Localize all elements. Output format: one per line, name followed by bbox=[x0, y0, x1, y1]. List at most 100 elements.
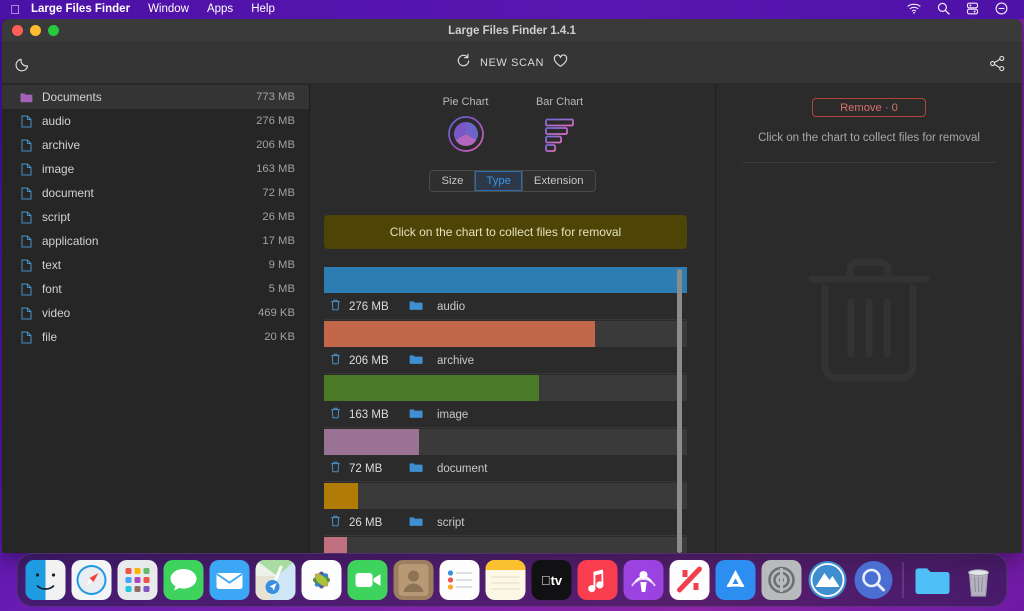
bar-chart-list[interactable]: 276 MB audio 206 MB archive 163 MB image… bbox=[324, 267, 687, 553]
dock-item-appletv[interactable]: tv bbox=[531, 560, 572, 600]
bar-fill[interactable] bbox=[324, 375, 539, 401]
group-mode-segmented-control[interactable]: Size Type Extension bbox=[429, 170, 596, 192]
menu-item-window[interactable]: Window bbox=[139, 0, 198, 19]
group-mode-type[interactable]: Type bbox=[475, 171, 523, 191]
dock-item-notes[interactable] bbox=[485, 560, 526, 600]
folder-icon bbox=[409, 516, 423, 530]
dock-item-finder[interactable] bbox=[25, 560, 66, 600]
chart-type-pie[interactable]: Pie Chart bbox=[431, 96, 501, 158]
sidebar-item-label: font bbox=[42, 282, 62, 296]
sidebar-item-text[interactable]: text 9 MB bbox=[2, 253, 309, 277]
dock-item-appstore[interactable] bbox=[715, 560, 756, 600]
group-mode-size[interactable]: Size bbox=[430, 171, 476, 191]
share-icon[interactable] bbox=[989, 55, 1022, 72]
sidebar-item-label: Documents bbox=[42, 90, 102, 104]
dock-item-spotlight[interactable] bbox=[854, 560, 894, 600]
sidebar-item-image[interactable]: image 163 MB bbox=[2, 157, 309, 181]
chart-type-bar[interactable]: Bar Chart bbox=[525, 96, 595, 158]
heart-icon[interactable] bbox=[553, 53, 568, 73]
folder-icon bbox=[409, 300, 423, 314]
menu-item-help[interactable]: Help bbox=[242, 0, 284, 19]
sidebar-item-application[interactable]: application 17 MB bbox=[2, 229, 309, 253]
chart-type-label: Pie Chart bbox=[442, 96, 489, 108]
folder-icon bbox=[409, 354, 423, 368]
trash-icon[interactable] bbox=[330, 461, 341, 476]
bar-row-script[interactable]: 26 MB script bbox=[324, 483, 687, 536]
bar-track[interactable] bbox=[324, 429, 687, 455]
dock-item-safari[interactable] bbox=[71, 560, 112, 600]
sidebar-item-size: 20 KB bbox=[264, 331, 295, 343]
trash-icon[interactable] bbox=[330, 353, 341, 368]
group-mode-extension[interactable]: Extension bbox=[523, 171, 595, 191]
bar-row-application[interactable]: 17 MB application bbox=[324, 537, 687, 553]
bar-category-label: document bbox=[437, 462, 488, 475]
sidebar-item-video[interactable]: video 469 KB bbox=[2, 301, 309, 325]
dock-item-launchpad[interactable] bbox=[117, 560, 158, 600]
bar-track[interactable] bbox=[324, 321, 687, 347]
dock-item-facetime[interactable] bbox=[347, 560, 388, 600]
sidebar-item-font[interactable]: font 5 MB bbox=[2, 277, 309, 301]
bar-row-archive[interactable]: 206 MB archive bbox=[324, 321, 687, 374]
bar-track[interactable] bbox=[324, 537, 687, 553]
new-scan-button[interactable]: NEW SCAN bbox=[480, 57, 544, 69]
sidebar-item-label: text bbox=[42, 258, 62, 272]
bar-fill[interactable] bbox=[324, 483, 359, 509]
dock-item-maps[interactable] bbox=[255, 560, 296, 600]
close-button[interactable] bbox=[12, 25, 23, 36]
sidebar-item-script[interactable]: script 26 MB bbox=[2, 205, 309, 229]
dock-item-downloads-folder[interactable] bbox=[913, 560, 953, 600]
apple-logo-icon[interactable]:  bbox=[8, 1, 22, 18]
control-center-icon[interactable] bbox=[966, 2, 979, 18]
trash-icon[interactable] bbox=[330, 515, 341, 530]
bar-track[interactable] bbox=[324, 483, 687, 509]
dock-item-messages[interactable] bbox=[163, 560, 204, 600]
dock-item-preview[interactable] bbox=[808, 560, 848, 600]
sidebar-item-size: 72 MB bbox=[262, 187, 295, 199]
dock-item-reminders[interactable] bbox=[439, 560, 480, 600]
bar-row-audio[interactable]: 276 MB audio bbox=[324, 267, 687, 320]
sidebar-file-list[interactable]: Documents 773 MB audio 276 MB archive 20… bbox=[2, 84, 310, 553]
refresh-icon[interactable] bbox=[456, 53, 471, 74]
zoom-button[interactable] bbox=[48, 25, 59, 36]
bar-row-image[interactable]: 163 MB image bbox=[324, 375, 687, 428]
window-title: Large Files Finder 1.4.1 bbox=[448, 24, 576, 37]
dock-item-music[interactable] bbox=[577, 560, 618, 600]
folder-icon bbox=[20, 90, 33, 104]
dock-item-trash[interactable] bbox=[959, 560, 999, 600]
search-icon[interactable] bbox=[937, 2, 950, 18]
bar-row-document[interactable]: 72 MB document bbox=[324, 429, 687, 482]
remove-button[interactable]: Remove · 0 bbox=[812, 98, 926, 117]
dock-item-photos[interactable] bbox=[301, 560, 342, 600]
do-not-disturb-icon[interactable] bbox=[995, 2, 1008, 18]
sidebar-item-document[interactable]: document 72 MB bbox=[2, 181, 309, 205]
moon-icon[interactable] bbox=[2, 55, 32, 72]
window-title-bar[interactable]: Large Files Finder 1.4.1 bbox=[2, 19, 1022, 43]
sidebar-item-file[interactable]: file 20 KB bbox=[2, 325, 309, 349]
dock-item-system-settings[interactable] bbox=[761, 560, 802, 600]
dock-item-mail[interactable] bbox=[209, 560, 250, 600]
wifi-icon[interactable] bbox=[907, 3, 921, 17]
bar-track[interactable] bbox=[324, 267, 687, 293]
dock-item-news[interactable] bbox=[669, 560, 710, 600]
trash-icon[interactable] bbox=[330, 407, 341, 422]
bar-fill[interactable] bbox=[324, 429, 419, 455]
sidebar-item-documents[interactable]: Documents 773 MB bbox=[2, 85, 309, 109]
trash-icon[interactable] bbox=[330, 299, 341, 314]
bar-chart-icon[interactable] bbox=[542, 115, 578, 158]
sidebar-item-audio[interactable]: audio 276 MB bbox=[2, 109, 309, 133]
sidebar-item-archive[interactable]: archive 206 MB bbox=[2, 133, 309, 157]
minimize-button[interactable] bbox=[30, 25, 41, 36]
bar-track[interactable] bbox=[324, 375, 687, 401]
menu-item-apps[interactable]: Apps bbox=[198, 0, 242, 19]
dock-item-contacts[interactable] bbox=[393, 560, 434, 600]
dock-item-podcasts[interactable] bbox=[623, 560, 664, 600]
removal-hint: Click on the chart to collect files for … bbox=[758, 132, 980, 144]
bar-fill[interactable] bbox=[324, 267, 687, 293]
chart-hint-banner: Click on the chart to collect files for … bbox=[324, 215, 687, 249]
bar-fill[interactable] bbox=[324, 537, 347, 553]
bar-fill[interactable] bbox=[324, 321, 595, 347]
bar-list-scrollbar[interactable] bbox=[677, 269, 682, 553]
menu-item-app[interactable]: Large Files Finder bbox=[22, 0, 139, 19]
sidebar-item-label: application bbox=[42, 234, 99, 248]
pie-chart-icon[interactable] bbox=[447, 115, 485, 158]
